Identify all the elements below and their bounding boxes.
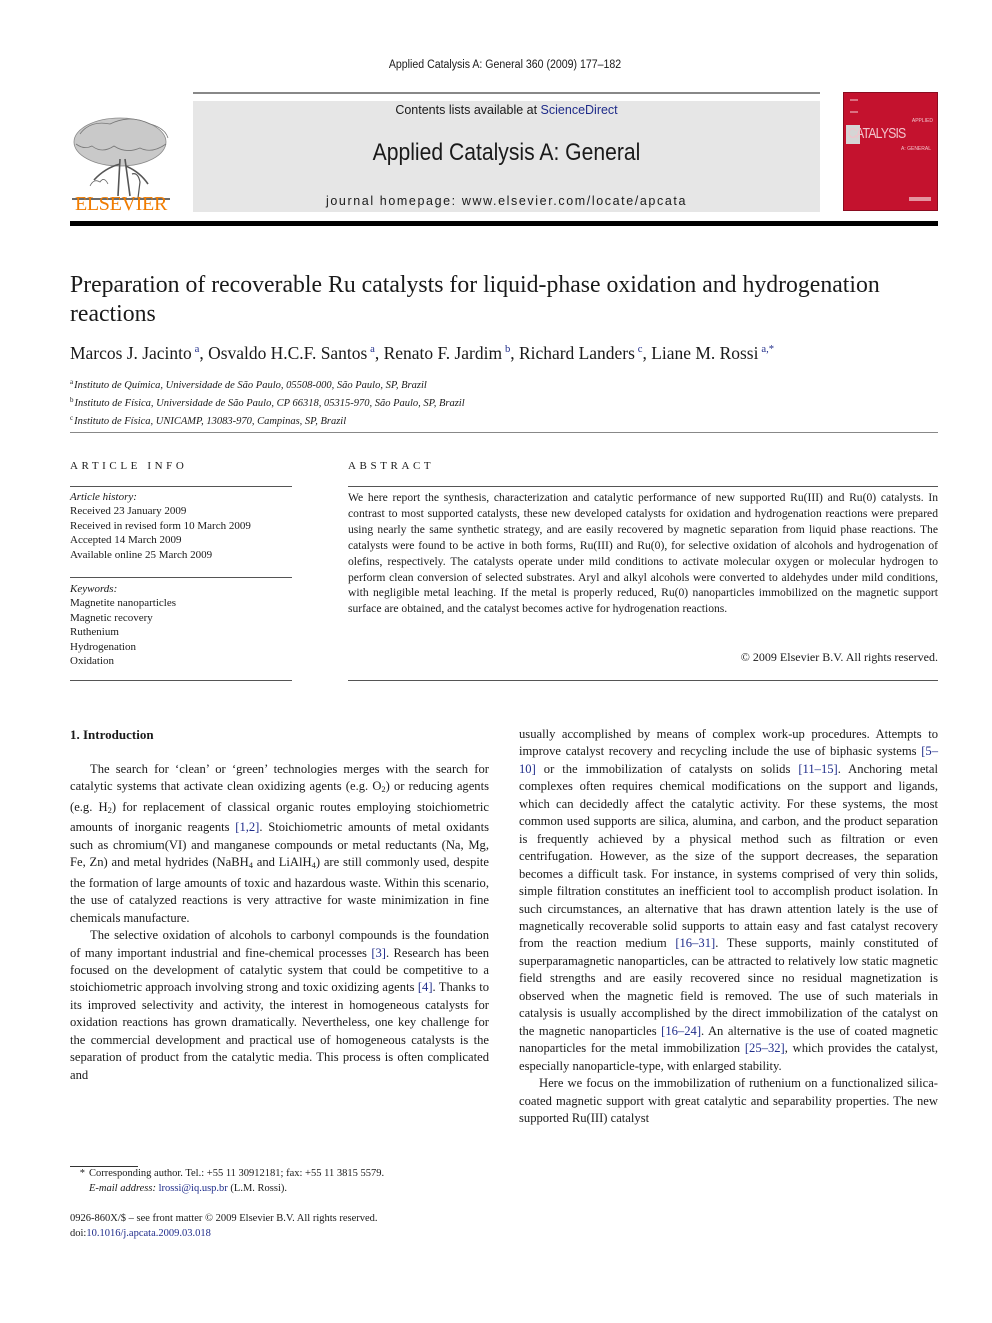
elsevier-wordmark[interactable]: ELSEVIER <box>70 193 172 216</box>
author-corresponding[interactable]: Liane M. Rossi a,* <box>651 343 774 363</box>
journal-title: Applied Catalysis A: General <box>372 139 641 166</box>
journal-reference: Applied Catalysis A: General 360 (2009) … <box>388 59 622 71</box>
header-thick-rule <box>70 221 938 226</box>
divider <box>70 577 292 578</box>
history-item: Available online 25 March 2009 <box>70 548 213 561</box>
homepage-label: journal homepage: <box>326 194 462 208</box>
doi-link[interactable]: 10.1016/j.apcata.2009.03.018 <box>86 1228 211 1239</box>
cover-sub-label: A: GENERAL <box>900 146 931 152</box>
citation-link[interactable]: [16–24] <box>661 1024 701 1038</box>
article-info-heading: ARTICLE INFO <box>70 460 188 472</box>
history-item: Received in revised form 10 March 2009 <box>70 519 251 532</box>
corresponding-author-footnote: * Corresponding author. Tel.: +55 11 3091… <box>70 1167 490 1196</box>
divider <box>348 486 938 487</box>
cover-sciencedirect-mark <box>909 197 931 201</box>
keyword: Oxidation <box>70 655 114 668</box>
paragraph: usually accomplished by means of complex… <box>519 727 939 1073</box>
email-link[interactable]: lrossi@iq.usp.br <box>159 1183 228 1194</box>
keyword: Magnetic recovery <box>70 611 153 624</box>
author-list: Marcos J. Jacinto a, Osvaldo H.C.F. Santo… <box>70 343 775 363</box>
citation-link[interactable]: [1,2] <box>235 820 259 834</box>
front-matter: 0926-860X/$ – see front matter © 2009 El… <box>70 1212 490 1241</box>
citation-link[interactable]: [25–32] <box>745 1041 785 1055</box>
cover-volume-marks <box>850 99 858 113</box>
affiliation: bInstituto de Física, Universidade de Sã… <box>70 396 465 409</box>
affiliations: aInstituto de Química, Universidade de S… <box>70 375 670 429</box>
paragraph: The search for ‘clean’ or ‘green’ techno… <box>70 762 489 925</box>
paragraph: The selective oxidation of alcohols to c… <box>70 928 489 1082</box>
author[interactable]: Osvaldo H.C.F. Santos a <box>208 343 375 363</box>
author[interactable]: Marcos J. Jacinto a <box>70 343 199 363</box>
abstract-copyright: © 2009 Elsevier B.V. All rights reserved… <box>740 650 938 664</box>
divider <box>70 680 292 681</box>
body-column-right: usually accomplished by means of complex… <box>519 726 938 1127</box>
divider <box>348 680 938 681</box>
divider <box>70 486 292 487</box>
body-column-left: The search for ‘clean’ or ‘green’ techno… <box>70 761 489 1084</box>
introduction-heading: 1. Introduction <box>70 727 154 742</box>
citation-link[interactable]: [16–31] <box>675 936 715 950</box>
header-top-rule <box>193 92 820 94</box>
cover-applied-label: APPLIED <box>911 118 933 124</box>
history-item: Received 23 January 2009 <box>70 505 187 518</box>
corresponding-text: Corresponding author. Tel.: +55 11 30912… <box>89 1168 385 1179</box>
history-label: Article history: <box>70 491 137 503</box>
affiliation: cInstituto de Física, UNICAMP, 13083-970… <box>70 414 347 427</box>
citation-link[interactable]: [3] <box>371 946 386 960</box>
doi-label: doi: <box>70 1227 87 1239</box>
front-matter-text: 0926-860X/$ – see front matter © 2009 El… <box>70 1213 378 1224</box>
journal-masthead: Contents lists available at ScienceDirec… <box>193 101 820 212</box>
sciencedirect-link[interactable]: ScienceDirect <box>541 103 618 117</box>
author[interactable]: Richard Landers c <box>519 343 643 363</box>
email-label: E-mail address: <box>89 1182 159 1194</box>
article-history: Article history: Received 23 January 200… <box>70 490 292 562</box>
affiliation: aInstituto de Química, Universidade de S… <box>70 378 427 391</box>
keyword: Magnetite nanoparticles <box>70 597 176 610</box>
email-suffix: (L.M. Rossi). <box>227 1182 288 1194</box>
journal-cover-thumbnail[interactable]: APPLIED CATALYSIS A: GENERAL <box>843 92 938 211</box>
article-title: Preparation of recoverable Ru catalysts … <box>70 271 880 327</box>
contents-prefix: Contents lists available at <box>395 103 541 117</box>
citation-link[interactable]: [11–15] <box>798 762 837 776</box>
keywords-label: Keywords: <box>70 583 118 595</box>
contents-line: Contents lists available at ScienceDirec… <box>193 103 820 117</box>
journal-homepage-line: journal homepage: www.elsevier.com/locat… <box>193 194 820 208</box>
abstract-text: We here report the synthesis, characteri… <box>348 491 938 616</box>
abstract-heading: ABSTRACT <box>348 460 435 472</box>
homepage-url-link[interactable]: www.elsevier.com/locate/apcata <box>462 194 687 208</box>
keyword: Ruthenium <box>70 626 119 639</box>
footnote-marker: * <box>79 1168 85 1179</box>
keyword: Hydrogenation <box>70 640 136 653</box>
keywords: Keywords: Magnetite nanoparticles Magnet… <box>70 582 292 668</box>
paragraph: Here we focus on the immobilization of r… <box>519 1076 938 1125</box>
author[interactable]: Renato F. Jardim b <box>384 343 511 363</box>
citation-link[interactable]: [4] <box>418 980 433 994</box>
history-item: Accepted 14 March 2009 <box>70 534 182 547</box>
cover-title: CATALYSIS <box>848 126 906 142</box>
divider <box>70 432 938 433</box>
